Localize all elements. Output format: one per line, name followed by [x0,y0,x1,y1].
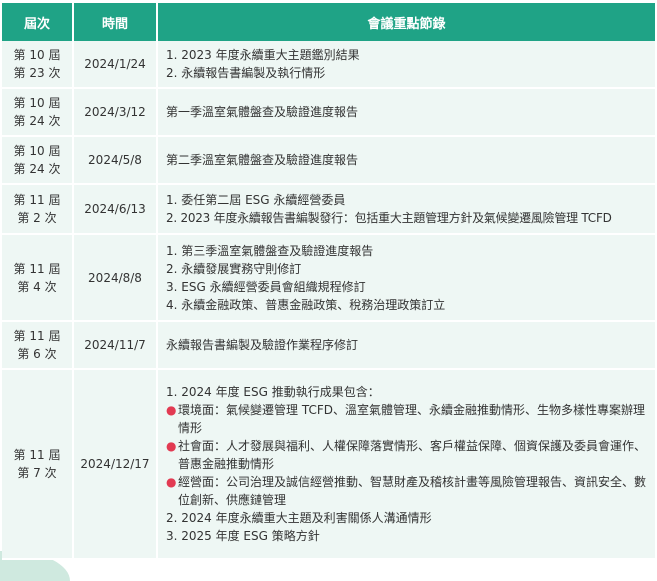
note-line: 3. ESG 永續經營委員會組織規程修訂 [166,279,366,294]
notes-cell: 1. 2023 年度永續重大主題鑑別結果 2. 永續報告書編製及執行情形 [158,41,655,89]
session-number: 第 4 次 [17,279,57,294]
date-cell: 2024/6/13 [74,185,158,235]
notes-cell: 1. 2024 年度 ESG 推動執行成果包含： ● 環境面：氣候變遷管理 TC… [158,370,655,560]
session-cell: 第 11 屆第 2 次 [2,185,74,235]
session-term: 第 10 屆 [13,96,61,110]
note-line: 1. 第三季溫室氣體盤查及驗證進度報告 [166,243,374,258]
date-cell: 2024/8/8 [74,235,158,322]
session-cell: 第 10 屆第 24 次 [2,137,74,185]
table-row: 第 11 屆第 4 次 2024/8/8 1. 第三季溫室氣體盤查及驗證進度報告… [2,235,655,322]
date-cell: 2024/3/12 [74,89,158,137]
bullet-dot-icon: ● [166,439,177,453]
session-term: 第 11 屆 [13,329,61,343]
note-line: 3. 2025 年度 ESG 策略方針 [166,529,320,543]
notes-cell: 第一季溫室氣體盤查及驗證進度報告 [158,89,655,137]
note-line: 2. 永續報告書編製及執行情形 [166,66,326,80]
bullet-item: ● 社會面：人才發展與福利、人權保障落實情形、客戶權益保障、個資保護及委員會運作… [166,437,649,473]
table-row: 第 11 屆第 6 次 2024/11/7 永續報告書編製及驗證作業程序修訂 [2,322,655,370]
meeting-table: 屆次 時間 會議重點節錄 第 10 屆第 23 次 2024/1/24 1. 2… [2,3,655,560]
session-number: 第 24 次 [13,162,61,176]
session-term: 第 10 屆 [13,48,61,62]
bullet-text: 環境面：氣候變遷管理 TCFD、溫室氣體管理、永續金融推動情形、生物多樣性專案辦… [178,403,645,435]
date-cell: 2024/5/8 [74,137,158,185]
table-row: 第 10 屆第 23 次 2024/1/24 1. 2023 年度永續重大主題鑑… [2,41,655,89]
table-row: 第 11 屆第 7 次 2024/12/17 1. 2024 年度 ESG 推動… [2,370,655,560]
bullet-dot-icon: ● [166,403,177,417]
note-line: 1. 2024 年度 ESG 推動執行成果包含： [166,385,380,399]
session-number: 第 2 次 [17,211,57,225]
notes-cell: 1. 第三季溫室氣體盤查及驗證進度報告 2. 永續發展實務守則修訂 3. ESG… [158,235,655,322]
session-cell: 第 11 屆第 4 次 [2,235,74,322]
session-term: 第 11 屆 [13,261,61,276]
session-term: 第 11 屆 [13,448,61,462]
note-line: 2. 2023 年度永續報告書編製發行：包括重大主題管理方針及氣候變遷風險管理 … [166,211,612,225]
note-line: 4. 永續金融政策、普惠金融政策、稅務治理政策訂立 [166,297,446,312]
notes-cell: 第二季溫室氣體盤查及驗證進度報告 [158,137,655,185]
bullet-dot-icon: ● [166,475,177,489]
session-term: 第 11 屆 [13,193,61,207]
note-line: 2. 2024 年度永續重大主題及利害關係人溝通情形 [166,511,432,525]
date-cell: 2024/12/17 [74,370,158,560]
table-header-row: 屆次 時間 會議重點節錄 [2,3,655,41]
note-line: 1. 2023 年度永續重大主題鑑別結果 [166,48,360,62]
bullet-item: ● 經營面：公司治理及誠信經營推動、智慧財產及稽核計畫等風險管理報告、資訊安全、… [166,473,649,509]
note-line: 第一季溫室氣體盤查及驗證進度報告 [166,105,359,119]
session-cell: 第 11 屆第 7 次 [2,370,74,560]
note-line: 第二季溫室氣體盤查及驗證進度報告 [166,153,359,167]
header-notes: 會議重點節錄 [158,3,655,41]
note-line: 1. 委任第二屆 ESG 永續經營委員 [166,193,346,207]
bullet-text: 社會面：人才發展與福利、人權保障落實情形、客戶權益保障、個資保護及委員會運作、普… [178,439,647,471]
session-cell: 第 10 屆第 24 次 [2,89,74,137]
session-cell: 第 11 屆第 6 次 [2,322,74,370]
note-line: 永續報告書編製及驗證作業程序修訂 [166,338,359,352]
session-cell: 第 10 屆第 23 次 [2,41,74,89]
session-number: 第 23 次 [13,66,61,80]
table-row: 第 11 屆第 2 次 2024/6/13 1. 委任第二屆 ESG 永續經營委… [2,185,655,235]
date-cell: 2024/1/24 [74,41,158,89]
session-number: 第 7 次 [17,466,57,480]
bullet-text: 經營面：公司治理及誠信經營推動、智慧財產及稽核計畫等風險管理報告、資訊安全、數位… [178,475,647,507]
notes-cell: 1. 委任第二屆 ESG 永續經營委員 2. 2023 年度永續報告書編製發行：… [158,185,655,235]
date-cell: 2024/11/7 [74,322,158,370]
header-session: 屆次 [2,3,74,41]
session-term: 第 10 屆 [13,144,61,158]
header-date: 時間 [74,3,158,41]
session-number: 第 24 次 [13,114,61,128]
note-line: 2. 永續發展實務守則修訂 [166,261,302,276]
session-number: 第 6 次 [17,347,57,361]
table-row: 第 10 屆第 24 次 2024/5/8 第二季溫室氣體盤查及驗證進度報告 [2,137,655,185]
notes-cell: 永續報告書編製及驗證作業程序修訂 [158,322,655,370]
bullet-item: ● 環境面：氣候變遷管理 TCFD、溫室氣體管理、永續金融推動情形、生物多樣性專… [166,401,649,437]
table-row: 第 10 屆第 24 次 2024/3/12 第一季溫室氣體盤查及驗證進度報告 [2,89,655,137]
